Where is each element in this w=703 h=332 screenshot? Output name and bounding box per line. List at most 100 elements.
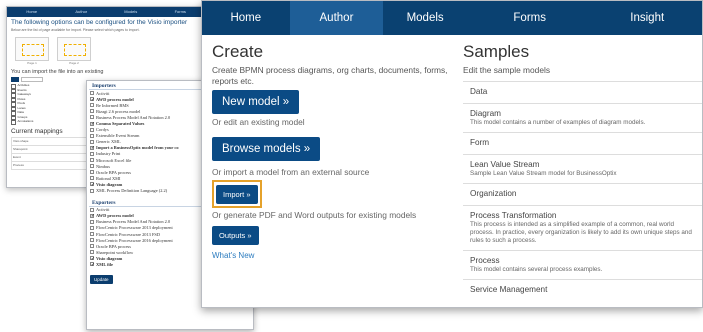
exporter-checkbox[interactable] (90, 207, 94, 212)
sample-item[interactable]: Process This model contains several proce… (463, 249, 702, 279)
exporter-option-label: Oracle BPA process (96, 243, 131, 249)
table-cell: Event (11, 152, 91, 162)
table-row: Process (11, 160, 91, 170)
nav-insight[interactable]: Insight (592, 1, 702, 35)
file-toolbar-button[interactable] (11, 77, 19, 82)
importer-checkbox[interactable] (90, 97, 95, 103)
import-button[interactable]: Import » (216, 185, 258, 204)
exporter-checkbox[interactable] (90, 213, 95, 219)
table-row: Visio shape (11, 136, 91, 146)
exporter-option-label: FlowCentric Processware 2013 FSD (96, 231, 161, 237)
importer-option-label: Bizagi 2.6 process model (96, 108, 141, 114)
sample-item-title[interactable]: Process Transformation (470, 211, 697, 220)
sample-item-title[interactable]: Data (470, 87, 697, 96)
sample-item-title[interactable]: Diagram (470, 109, 697, 118)
importer-checkbox[interactable] (90, 182, 95, 188)
exporter-checkbox[interactable] (90, 244, 94, 249)
sample-item-title[interactable]: Form (470, 138, 697, 147)
file-search-input[interactable] (21, 77, 43, 82)
sample-item-title[interactable]: Service Management (470, 285, 697, 294)
import-hint: Or import a model from an external sourc… (212, 167, 370, 177)
importer-option-label: Cordys (96, 127, 109, 133)
samples-description: Edit the sample models (463, 65, 551, 75)
page-thumbnails: Page 1 Page 2 (15, 37, 205, 65)
sample-item[interactable]: Process Transformation This process is in… (463, 204, 702, 250)
exporter-checkbox[interactable] (90, 256, 95, 262)
table-cell: Process (11, 160, 91, 170)
back-nav-forms[interactable]: Forms (156, 7, 206, 17)
sample-list: Data Diagram This model contains a number … (463, 80, 702, 301)
importer-checkbox[interactable] (90, 170, 94, 175)
importer-checkbox[interactable] (90, 151, 94, 156)
exporter-checkbox[interactable] (90, 250, 94, 255)
page-thumbnail-image[interactable] (15, 37, 49, 61)
sample-item-title[interactable]: Lean Value Stream (470, 160, 697, 169)
table-cell: Sharepoint (11, 144, 91, 154)
importer-checkbox[interactable] (90, 115, 94, 120)
sample-item-description: This model contains a number of examples… (470, 118, 646, 126)
update-button[interactable]: Update (90, 274, 113, 284)
sample-item[interactable]: Data (463, 80, 702, 103)
back-window-instructions: Below are the list of page available for… (11, 28, 140, 32)
exporter-checkbox[interactable] (90, 238, 94, 243)
importer-checkbox[interactable] (90, 164, 94, 169)
importer-checkbox[interactable] (90, 127, 94, 132)
importer-option-label: Rational XMI (96, 175, 121, 181)
exporter-option-label: FlowCentric Processware 2013 deployment (96, 225, 173, 231)
nav-home[interactable]: Home (202, 1, 290, 35)
back-nav-models[interactable]: Models (106, 7, 156, 17)
back-window-title: The following options can be configured … (11, 19, 188, 26)
exporter-option-label: XML file (96, 261, 113, 267)
exporter-checkbox[interactable] (90, 219, 94, 224)
nav-author[interactable]: Author (289, 1, 384, 35)
exporter-option-label: Sharepoint workflow (96, 249, 134, 255)
exporter-checkbox[interactable] (90, 225, 94, 230)
importer-checkbox[interactable] (90, 109, 94, 114)
sample-item-title[interactable]: Organization (470, 189, 697, 198)
importer-checkbox[interactable] (90, 91, 94, 96)
importer-checkbox[interactable] (90, 139, 94, 144)
sample-item-description: This model contains several process exam… (470, 265, 603, 273)
nav-models[interactable]: Models (383, 1, 467, 35)
importer-checkbox[interactable] (90, 133, 94, 138)
outputs-button[interactable]: Outputs » (212, 226, 259, 245)
create-title: Create (212, 42, 264, 61)
back-nav-home[interactable]: Home (7, 7, 57, 17)
sample-item[interactable]: Diagram This model contains a number of e… (463, 102, 702, 132)
page-thumbnail-image[interactable] (57, 37, 91, 61)
importer-option-label: Comma Separated Values (96, 121, 145, 127)
sample-item-title[interactable]: Process (470, 256, 697, 265)
page-thumbnail[interactable]: Page 2 (57, 37, 91, 65)
importer-checkbox[interactable] (90, 145, 95, 151)
exporter-option-label: AWD process model (96, 213, 134, 219)
sample-item[interactable]: Service Management (463, 278, 702, 301)
back-nav-author[interactable]: Author (57, 7, 107, 17)
importer-option-label: Import a BusinessOptix model from your c… (96, 145, 179, 151)
importer-option-label: Industry Print (96, 151, 121, 157)
back-navbar: Home Author Models Forms (7, 7, 205, 17)
exporter-checkbox[interactable] (90, 262, 95, 268)
exporter-checkbox[interactable] (90, 232, 94, 237)
main-navbar: Home Author Models Forms Insight (202, 1, 702, 35)
generate-outputs-hint: Or generate PDF and Word outputs for exi… (212, 210, 417, 220)
importer-option-label: Microsoft Excel file (96, 157, 132, 163)
edit-existing-hint: Or edit an existing model (212, 117, 305, 127)
sample-item[interactable]: Organization (463, 182, 702, 205)
nav-forms[interactable]: Forms (467, 1, 593, 35)
whats-new-link[interactable]: What's New (212, 251, 452, 260)
importer-checkbox[interactable] (90, 158, 94, 163)
importer-checkbox[interactable] (90, 121, 95, 127)
importer-option-label: Visio diagram (96, 181, 123, 187)
importer-checkbox[interactable] (90, 103, 94, 108)
new-model-button[interactable]: New model » (212, 90, 300, 114)
sample-item[interactable]: Lean Value Stream Sample Lean Value Strea… (463, 153, 702, 183)
sample-item[interactable]: Form (463, 131, 702, 154)
importer-checkbox[interactable] (90, 176, 94, 181)
page-thumbnail[interactable]: Page 1 (15, 37, 49, 65)
browse-models-button[interactable]: Browse models » (212, 137, 321, 161)
importer-checkbox[interactable] (90, 188, 94, 193)
importer-option-label: Generic XML (96, 139, 121, 145)
importer-option-label: XML Process Definition Language (2.2) (96, 188, 168, 194)
importer-option-label: Be Informed BMS (96, 102, 129, 108)
author-window: Home Author Models Forms Insight Create … (201, 0, 703, 308)
